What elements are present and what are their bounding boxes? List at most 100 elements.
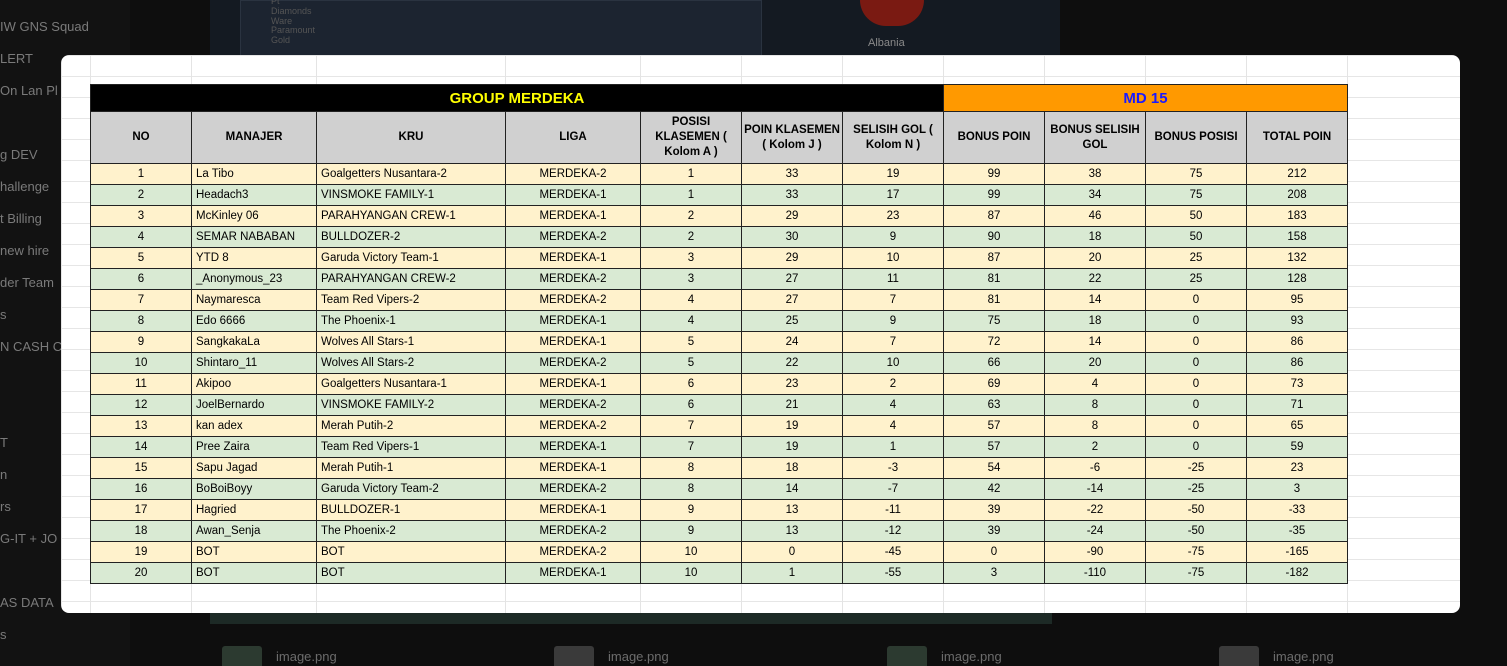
cell-total: 59: [1246, 436, 1348, 458]
cell-selisih: 4: [842, 394, 944, 416]
cell-poin: 19: [741, 436, 843, 458]
cell-manajer: kan adex: [191, 415, 317, 437]
cell-poin: 23: [741, 373, 843, 395]
cell-posisi: 8: [640, 457, 742, 479]
cell-posisi: 6: [640, 373, 742, 395]
cell-liga: MERDEKA-2: [505, 415, 641, 437]
cell-posisi: 7: [640, 436, 742, 458]
title-row: GROUP MERDEKA MD 15: [90, 84, 1348, 112]
cell-bonus-selisih: 2: [1044, 436, 1146, 458]
file-attachment[interactable]: image.png: [554, 646, 669, 666]
cell-liga: MERDEKA-2: [505, 520, 641, 542]
table-row: 3 McKinley 06 PARAHYANGAN CREW-1 MERDEKA-1 2…: [90, 205, 1348, 227]
file-attachment[interactable]: image.png: [1219, 646, 1334, 666]
cell-kru: Garuda Victory Team-2: [316, 478, 506, 500]
cell-kru: BOT: [316, 541, 506, 563]
cell-kru: Merah Putih-2: [316, 415, 506, 437]
cell-bonus-poin: 42: [943, 478, 1045, 500]
cell-poin: 29: [741, 247, 843, 269]
cell-liga: MERDEKA-2: [505, 163, 641, 185]
column-header-total: TOTAL POIN: [1246, 111, 1348, 164]
cell-total: 212: [1246, 163, 1348, 185]
cell-bonus-posisi: 50: [1145, 205, 1247, 227]
cell-no: 6: [90, 268, 192, 290]
cell-no: 18: [90, 520, 192, 542]
cell-manajer: _Anonymous_23: [191, 268, 317, 290]
file-name: image.png: [276, 648, 337, 664]
background-team-row: Paramount Gold: [251, 25, 751, 45]
cell-bonus-posisi: -50: [1145, 520, 1247, 542]
table-row: 1 La Tibo Goalgetters Nusantara-2 MERDEKA-2…: [90, 163, 1348, 185]
cell-bonus-posisi: 50: [1145, 226, 1247, 248]
file-name: image.png: [1273, 648, 1334, 664]
cell-poin: 22: [741, 352, 843, 374]
cell-manajer: SEMAR NABABAN: [191, 226, 317, 248]
cell-no: 20: [90, 562, 192, 584]
cell-manajer: Awan_Senja: [191, 520, 317, 542]
cell-kru: VINSMOKE FAMILY-1: [316, 184, 506, 206]
cell-bonus-selisih: 8: [1044, 415, 1146, 437]
cell-bonus-selisih: -22: [1044, 499, 1146, 521]
cell-manajer: La Tibo: [191, 163, 317, 185]
cell-liga: MERDEKA-2: [505, 478, 641, 500]
cell-no: 3: [90, 205, 192, 227]
file-attachment[interactable]: image.png: [887, 646, 1002, 666]
cell-bonus-poin: 66: [943, 352, 1045, 374]
cell-bonus-poin: 39: [943, 520, 1045, 542]
cell-bonus-posisi: 0: [1145, 394, 1247, 416]
background-footer-strip: [210, 612, 1052, 624]
cell-selisih: 9: [842, 310, 944, 332]
cell-no: 10: [90, 352, 192, 374]
cell-kru: BULLDOZER-1: [316, 499, 506, 521]
cell-bonus-poin: 69: [943, 373, 1045, 395]
cell-total: 86: [1246, 331, 1348, 353]
cell-bonus-posisi: 0: [1145, 289, 1247, 311]
cell-kru: BULLDOZER-2: [316, 226, 506, 248]
table-row: 20 BOT BOT MERDEKA-1 10 1 -55 3 -110 -75 -182: [90, 562, 1348, 584]
sidebar-item[interactable]: IW GNS Squad: [0, 19, 128, 34]
sidebar-item[interactable]: s: [0, 627, 128, 642]
cell-kru: Team Red Vipers-1: [316, 436, 506, 458]
cell-liga: MERDEKA-2: [505, 289, 641, 311]
file-name: image.png: [608, 648, 669, 664]
cell-selisih: -45: [842, 541, 944, 563]
column-header-bonus-selisih: BONUS SELISIH GOL: [1044, 111, 1146, 164]
image-preview-modal[interactable]: GROUP MERDEKA MD 15 NO MANAJER KRU LIGA POSI…: [61, 55, 1460, 613]
cell-bonus-posisi: 0: [1145, 352, 1247, 374]
cell-bonus-selisih: -14: [1044, 478, 1146, 500]
background-team-row: Pt Diamonds Ware: [251, 0, 751, 26]
cell-posisi: 1: [640, 163, 742, 185]
cell-selisih: -11: [842, 499, 944, 521]
cell-bonus-poin: 87: [943, 247, 1045, 269]
cell-poin: 18: [741, 457, 843, 479]
cell-no: 14: [90, 436, 192, 458]
cell-liga: MERDEKA-1: [505, 310, 641, 332]
cell-total: 71: [1246, 394, 1348, 416]
cell-bonus-poin: 72: [943, 331, 1045, 353]
cell-bonus-selisih: 14: [1044, 331, 1146, 353]
file-attachment[interactable]: image.png: [222, 646, 337, 666]
cell-bonus-selisih: 34: [1044, 184, 1146, 206]
cell-liga: MERDEKA-2: [505, 352, 641, 374]
table-row: 4 SEMAR NABABAN BULLDOZER-2 MERDEKA-2 2 30 9 90…: [90, 226, 1348, 248]
table-row: 19 BOT BOT MERDEKA-2 10 0 -45 0 -90 -75 -165: [90, 541, 1348, 563]
cell-liga: MERDEKA-1: [505, 499, 641, 521]
cell-selisih: 2: [842, 373, 944, 395]
cell-bonus-poin: 57: [943, 415, 1045, 437]
cell-bonus-selisih: 20: [1044, 352, 1146, 374]
cell-poin: 21: [741, 394, 843, 416]
cell-bonus-poin: 81: [943, 268, 1045, 290]
cell-poin: 29: [741, 205, 843, 227]
cell-bonus-poin: 3: [943, 562, 1045, 584]
cell-bonus-selisih: 46: [1044, 205, 1146, 227]
cell-bonus-poin: 87: [943, 205, 1045, 227]
cell-total: 208: [1246, 184, 1348, 206]
cell-selisih: 10: [842, 352, 944, 374]
cell-liga: MERDEKA-1: [505, 562, 641, 584]
cell-liga: MERDEKA-1: [505, 184, 641, 206]
cell-total: 183: [1246, 205, 1348, 227]
cell-liga: MERDEKA-1: [505, 205, 641, 227]
table-row: 8 Edo 6666 The Phoenix-1 MERDEKA-1 4 25 9 75 18 0…: [90, 310, 1348, 332]
cell-poin: 33: [741, 163, 843, 185]
cell-bonus-selisih: -6: [1044, 457, 1146, 479]
